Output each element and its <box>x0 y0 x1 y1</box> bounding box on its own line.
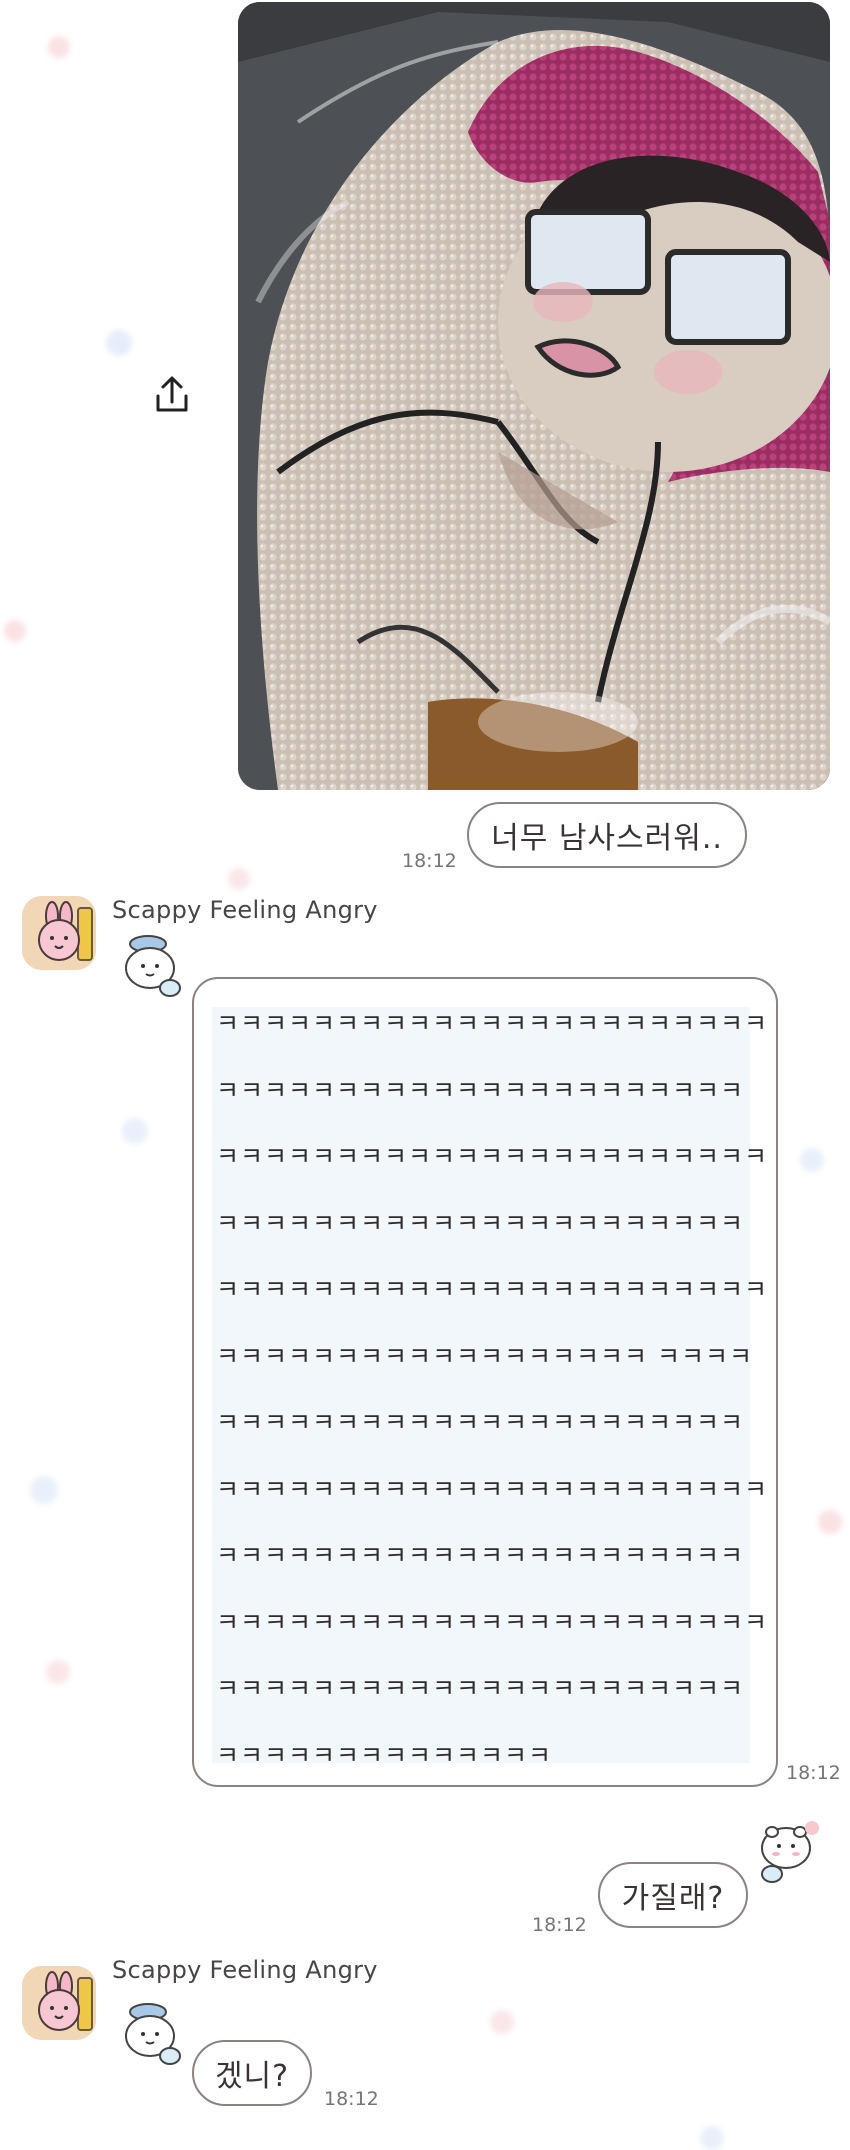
bunny-avatar-icon <box>22 1966 96 2040</box>
message-time: 18:12 <box>786 1762 841 1784</box>
sender-name: Scappy Feeling Angry <box>112 1956 378 1984</box>
message-line: ㅋㅋㅋㅋㅋㅋㅋㅋㅋㅋㅋㅋㅋㅋㅋㅋㅋㅋㅋㅋㅋㅋㅋ <box>216 1608 769 1637</box>
bg-dot <box>228 868 250 890</box>
message-line: ㅋㅋㅋㅋㅋㅋㅋㅋㅋㅋㅋㅋㅋㅋㅋㅋㅋㅋㅋㅋㅋㅋ <box>216 1408 745 1437</box>
bg-dot <box>46 1660 70 1684</box>
sent-message-bubble[interactable]: 가질래? <box>598 1862 748 1928</box>
sender-sticker-icon <box>118 932 188 1006</box>
bg-dot <box>122 1118 148 1144</box>
sent-message-bubble[interactable]: 너무 남사스러워.. <box>467 802 747 868</box>
message-line: ㅋㅋㅋㅋㅋㅋㅋㅋㅋㅋㅋㅋㅋㅋㅋㅋㅋㅋㅋㅋㅋㅋ <box>216 1674 745 1703</box>
received-message-bubble[interactable]: ㅋㅋㅋㅋㅋㅋㅋㅋㅋㅋㅋㅋㅋㅋㅋㅋㅋㅋㅋㅋㅋㅋㅋ ㅋㅋㅋㅋㅋㅋㅋㅋㅋㅋㅋㅋㅋㅋㅋㅋ… <box>192 977 778 1787</box>
sender-sticker-icon <box>118 2000 188 2074</box>
message-line: ㅋㅋㅋㅋㅋㅋㅋㅋㅋㅋㅋㅋㅋㅋㅋㅋㅋㅋㅋㅋㅋㅋ <box>216 1209 745 1238</box>
message-time: 18:12 <box>324 2088 379 2110</box>
message-time: 18:12 <box>532 1914 587 1936</box>
bg-dot <box>490 2010 514 2034</box>
bg-dot <box>48 36 70 58</box>
message-line: ㅋㅋㅋㅋㅋㅋㅋㅋㅋㅋㅋㅋㅋㅋㅋㅋㅋㅋㅋㅋㅋㅋㅋ <box>216 1009 769 1038</box>
bunny-avatar-icon <box>22 896 96 970</box>
message-time: 18:12 <box>402 850 457 872</box>
sender-name: Scappy Feeling Angry <box>112 896 378 924</box>
message-line: ㅋㅋㅋㅋㅋㅋㅋㅋㅋㅋㅋㅋㅋㅋ <box>216 1741 553 1770</box>
my-sticker-icon <box>752 1818 822 1892</box>
bg-dot <box>800 1148 824 1172</box>
message-line: ㅋㅋㅋㅋㅋㅋㅋㅋㅋㅋㅋㅋㅋㅋㅋㅋㅋㅋ ㅋㅋㅋㅋ <box>216 1342 753 1371</box>
message-highlight <box>212 1007 750 1763</box>
message-line: ㅋㅋㅋㅋㅋㅋㅋㅋㅋㅋㅋㅋㅋㅋㅋㅋㅋㅋㅋㅋㅋㅋㅋ <box>216 1142 769 1171</box>
message-line: ㅋㅋㅋㅋㅋㅋㅋㅋㅋㅋㅋㅋㅋㅋㅋㅋㅋㅋㅋㅋㅋㅋㅋ <box>216 1275 769 1304</box>
bg-dot <box>106 330 132 356</box>
message-line: ㅋㅋㅋㅋㅋㅋㅋㅋㅋㅋㅋㅋㅋㅋㅋㅋㅋㅋㅋㅋㅋㅋㅋ <box>216 1475 769 1504</box>
received-message-bubble[interactable]: 겠니? <box>192 2040 312 2106</box>
message-line: ㅋㅋㅋㅋㅋㅋㅋㅋㅋㅋㅋㅋㅋㅋㅋㅋㅋㅋㅋㅋㅋㅋ <box>216 1076 745 1105</box>
avatar[interactable] <box>22 896 96 970</box>
message-line: ㅋㅋㅋㅋㅋㅋㅋㅋㅋㅋㅋㅋㅋㅋㅋㅋㅋㅋㅋㅋㅋㅋ <box>216 1541 745 1570</box>
bg-dot <box>4 620 26 642</box>
bg-dot <box>818 1510 842 1534</box>
photo-message[interactable] <box>238 2 830 790</box>
bg-dot <box>700 2126 724 2150</box>
share-icon[interactable] <box>152 372 192 416</box>
bg-dot <box>30 1476 58 1504</box>
avatar[interactable] <box>22 1966 96 2040</box>
